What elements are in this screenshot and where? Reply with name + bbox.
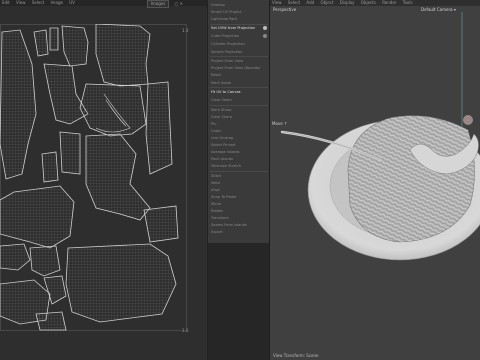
menu-item-mark-sharp[interactable]: Mark Sharp bbox=[211, 107, 267, 113]
uv-menu-item[interactable]: View bbox=[16, 0, 26, 6]
uv-layout-canvas[interactable] bbox=[0, 24, 190, 334]
menu-item-set-uvw-projection[interactable]: Set UVW from Projection bbox=[211, 25, 267, 31]
menu-item-unwrap[interactable]: Unwrap bbox=[211, 2, 267, 8]
menu-item-fit-uv-canvas[interactable]: Fit UV to Canvas bbox=[211, 89, 267, 95]
menu-item-minimize-stretch[interactable]: Minimize Stretch bbox=[211, 163, 267, 169]
empty-panel-area bbox=[207, 243, 269, 360]
menu-item-seams-islands[interactable]: Seams From Islands bbox=[211, 222, 267, 228]
image-close-icon[interactable]: ✕ bbox=[180, 1, 183, 6]
menu-item-mark-seam[interactable]: Mark Seam bbox=[211, 80, 267, 86]
menu-item-mirror[interactable]: Mirror bbox=[211, 201, 267, 207]
checked-dot-icon bbox=[263, 26, 267, 30]
image-dropdown[interactable]: Images bbox=[146, 0, 170, 8]
menu-item-reset[interactable]: Reset bbox=[211, 72, 267, 78]
menu-item-pack-islands[interactable]: Pack Islands bbox=[211, 156, 267, 162]
uv-menu-item[interactable]: UV bbox=[69, 0, 75, 6]
menu-item-clear-seam[interactable]: Clear Seam bbox=[211, 97, 267, 103]
menu-item-export[interactable]: Export bbox=[211, 229, 267, 235]
uv-operations-menu: Unwrap Smart UV Project Lightmap Pack Se… bbox=[207, 0, 269, 243]
uv-menu-item[interactable]: Image bbox=[50, 0, 63, 6]
menu-item-average-islands[interactable]: Average Islands bbox=[211, 149, 267, 155]
menu-separator bbox=[210, 171, 268, 172]
menu-item-live-unwrap[interactable]: Live Unwrap bbox=[211, 135, 267, 141]
uv-menu-item[interactable]: Edit bbox=[2, 0, 10, 6]
menu-item-clear-sharp[interactable]: Clear Sharp bbox=[211, 114, 267, 120]
3d-viewport[interactable]: View Select Add Object Display Objects R… bbox=[269, 0, 480, 360]
gizmo-handle[interactable] bbox=[463, 115, 473, 125]
viewport-scene[interactable] bbox=[270, 0, 480, 360]
menu-item-unpin[interactable]: Unpin bbox=[211, 128, 267, 134]
menu-separator bbox=[210, 56, 268, 57]
menu-item-lightmap[interactable]: Lightmap Pack bbox=[211, 16, 267, 22]
menu-item-rotate[interactable]: Rotate bbox=[211, 208, 267, 214]
uv-header-tools: Images □ ✕ bbox=[146, 0, 183, 8]
uv-menu-item[interactable]: Select bbox=[32, 0, 44, 6]
menu-item-snap-pixels[interactable]: Snap To Pixels bbox=[211, 194, 267, 200]
menu-item-project-view[interactable]: Project From View bbox=[211, 58, 267, 64]
uv-editor-panel: Edit View Select Image UV Images □ ✕ 1.0… bbox=[0, 0, 207, 360]
menu-item-align[interactable]: Align bbox=[211, 187, 267, 193]
menu-item-stitch[interactable]: Stitch bbox=[211, 173, 267, 179]
menu-item-project-view-bounds[interactable]: Project From View (Bounds) bbox=[211, 65, 267, 71]
radio-dot-icon bbox=[263, 34, 267, 38]
menu-item-select-pinned[interactable]: Select Pinned bbox=[211, 142, 267, 148]
menu-separator bbox=[210, 87, 268, 88]
menu-item-cylinder[interactable]: Cylinder Projection bbox=[211, 41, 267, 47]
menu-separator bbox=[210, 105, 268, 106]
menu-item-pin[interactable]: Pin bbox=[211, 121, 267, 127]
menu-item-cube[interactable]: Cube Projection bbox=[211, 33, 267, 39]
uv-islands[interactable] bbox=[0, 24, 179, 331]
image-new-icon[interactable]: □ bbox=[175, 1, 179, 6]
menu-item-sphere[interactable]: Sphere Projection bbox=[211, 49, 267, 55]
menu-item-smart-uv[interactable]: Smart UV Project bbox=[211, 9, 267, 15]
menu-item-transform[interactable]: Transform bbox=[211, 215, 267, 221]
menu-item-weld[interactable]: Weld bbox=[211, 180, 267, 186]
